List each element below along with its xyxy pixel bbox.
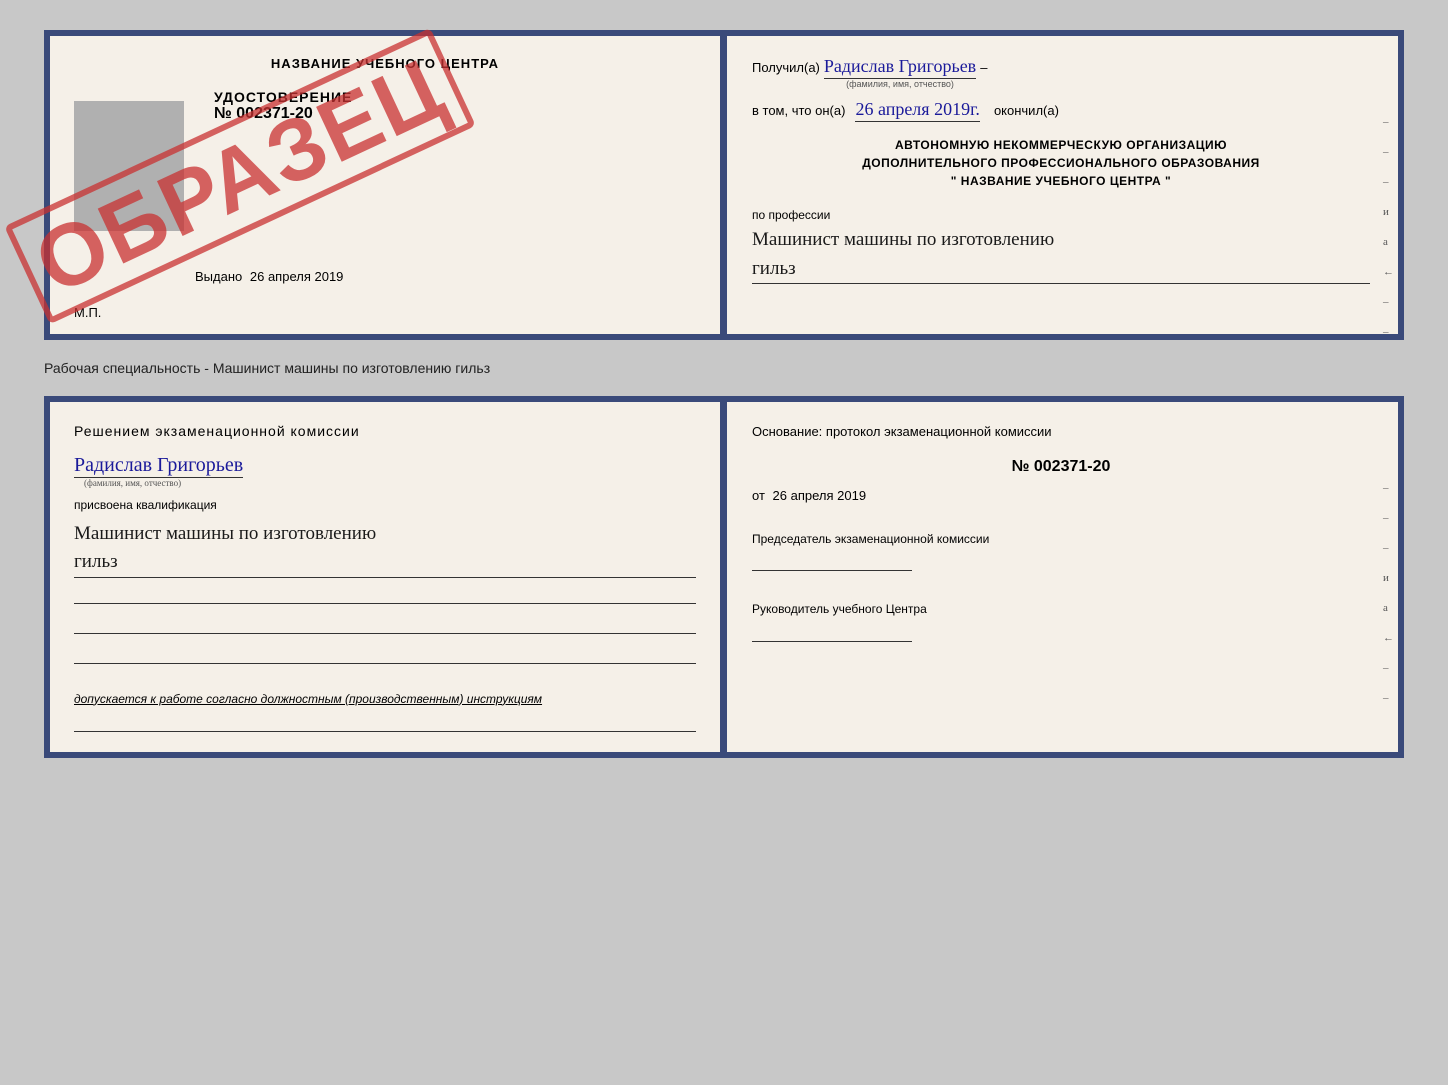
org-line1: АВТОНОМНУЮ НЕКОММЕРЧЕСКУЮ ОРГАНИЗАЦИЮ xyxy=(752,136,1370,154)
photo-placeholder xyxy=(74,101,184,231)
recipient-name: Радислав Григорьев xyxy=(824,56,976,79)
org-block: АВТОНОМНУЮ НЕКОММЕРЧЕСКУЮ ОРГАНИЗАЦИЮ ДО… xyxy=(752,136,1370,190)
bottom-right-side-marks: – – – и а ← – – xyxy=(1383,482,1394,704)
org-line3: " НАЗВАНИЕ УЧЕБНОГО ЦЕНТРА " xyxy=(752,172,1370,190)
vydano-date: 26 апреля 2019 xyxy=(250,269,344,284)
top-doc-right: Получил(а) Радислав Григорьев (фамилия, … xyxy=(724,36,1398,334)
middle-label: Рабочая специальность - Машинист машины … xyxy=(44,358,1404,378)
bottom-document: Решением экзаменационной комиссии Радисл… xyxy=(44,396,1404,758)
protocol-number: № 002371-20 xyxy=(752,458,1370,476)
cert-block: УДОСТОВЕРЕНИЕ № 002371-20 xyxy=(214,89,352,123)
cert-number: № 002371-20 xyxy=(214,105,352,123)
vydano-row: Выдано 26 апреля 2019 xyxy=(195,269,343,284)
in-that-label: в том, что он(а) xyxy=(752,103,845,118)
director-sig-line xyxy=(752,626,912,642)
chairman-label: Председатель экзаменационной комиссии xyxy=(752,531,1370,548)
protocol-date: от 26 апреля 2019 xyxy=(752,488,1370,503)
profession-label: по профессии xyxy=(752,208,1370,222)
director-block: Руководитель учебного Центра xyxy=(752,601,1370,642)
profession-line2: гильз xyxy=(752,258,796,279)
blank-line-3 xyxy=(74,650,696,664)
assigned-label: присвоена квалификация xyxy=(74,498,696,512)
date-value: 26 апреля 2019 xyxy=(773,488,867,503)
profession-text: Машинист машины по изготовлению гильз xyxy=(752,226,1370,284)
vydano-label: Выдано xyxy=(195,269,242,284)
date-line: в том, что он(а) 26 апреля 2019г. окончи… xyxy=(752,99,1370,122)
dash: – xyxy=(980,60,987,75)
bottom-doc-right: Основание: протокол экзаменационной коми… xyxy=(724,402,1398,752)
bottom-doc-left: Решением экзаменационной комиссии Радисл… xyxy=(50,402,724,752)
chairman-sig-line xyxy=(752,555,912,571)
blank-line-4 xyxy=(74,718,696,732)
org-line2: ДОПОЛНИТЕЛЬНОГО ПРОФЕССИОНАЛЬНОГО ОБРАЗО… xyxy=(752,154,1370,172)
qual-line1: Машинист машины по изготовлению xyxy=(74,523,376,544)
top-document: НАЗВАНИЕ УЧЕБНОГО ЦЕНТРА УДОСТОВЕРЕНИЕ №… xyxy=(44,30,1404,340)
finished-label: окончил(а) xyxy=(994,103,1059,118)
profession-line1: Машинист машины по изготовлению xyxy=(752,229,1054,250)
qual-line2: гильз xyxy=(74,551,118,572)
name-block-bottom: Радислав Григорьев (фамилия, имя, отчест… xyxy=(74,454,696,488)
chairman-block: Председатель экзаменационной комиссии xyxy=(752,531,1370,572)
name-subtext-bottom: (фамилия, имя, отчество) xyxy=(74,478,696,488)
date-prefix: от xyxy=(752,488,765,503)
recipient-name-bottom: Радислав Григорьев xyxy=(74,454,243,478)
top-doc-left: НАЗВАНИЕ УЧЕБНОГО ЦЕНТРА УДОСТОВЕРЕНИЕ №… xyxy=(50,36,724,334)
blank-line-1 xyxy=(74,590,696,604)
name-subtext: (фамилия, имя, отчество) xyxy=(846,79,954,89)
completion-date: 26 апреля 2019г. xyxy=(855,99,980,122)
mp-label: М.П. xyxy=(74,305,101,320)
cert-label: УДОСТОВЕРЕНИЕ xyxy=(214,89,352,105)
received-line: Получил(а) Радислав Григорьев (фамилия, … xyxy=(752,56,1370,89)
profession-block: по профессии Машинист машины по изготовл… xyxy=(752,208,1370,284)
qualification-block: Машинист машины по изготовлению гильз xyxy=(74,520,696,578)
director-label: Руководитель учебного Центра xyxy=(752,601,1370,618)
received-label: Получил(а) xyxy=(752,60,820,75)
commission-heading: Решением экзаменационной комиссии xyxy=(74,422,696,442)
basis-label: Основание: протокол экзаменационной коми… xyxy=(752,422,1370,442)
blank-line-2 xyxy=(74,620,696,634)
dopusk-text: допускается к работе согласно должностны… xyxy=(74,692,696,706)
top-title: НАЗВАНИЕ УЧЕБНОГО ЦЕНТРА xyxy=(74,56,696,71)
right-side-marks: – – – и а ← – – xyxy=(1383,116,1394,338)
